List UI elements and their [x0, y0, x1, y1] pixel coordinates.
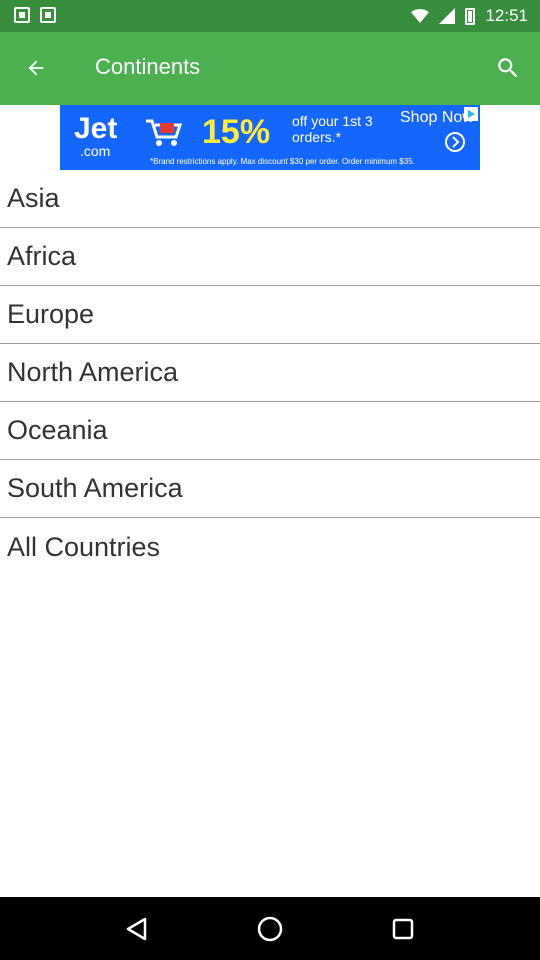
list-item-label: South America — [7, 473, 183, 503]
ad-shop-now[interactable]: Shop Now — [400, 109, 474, 127]
nav-recents-button[interactable] — [379, 905, 427, 953]
continent-list: Asia Africa Europe North America Oceania… — [0, 170, 540, 576]
shopping-cart-icon — [146, 119, 183, 146]
ad-logo: Jet — [74, 112, 118, 145]
list-item-north-america[interactable]: North America — [0, 344, 540, 402]
back-button[interactable] — [14, 46, 58, 90]
signal-icon — [439, 8, 456, 24]
page-title: Continents — [95, 54, 201, 79]
battery-icon — [465, 7, 476, 25]
list-item-label: All Countries — [7, 531, 161, 562]
wifi-icon — [411, 9, 430, 23]
ad-logo-domain: .com — [80, 143, 111, 159]
home-circle-icon — [257, 916, 283, 941]
nav-home-button[interactable] — [246, 905, 294, 953]
search-button[interactable] — [486, 46, 530, 90]
list-item-europe[interactable]: Europe — [0, 286, 540, 344]
ad-choices-icon[interactable] — [464, 107, 478, 121]
ad-discount: 15% — [202, 113, 271, 151]
recents-square-icon — [393, 918, 414, 939]
ad-banner[interactable]: Jet .com 15% off your 1st 3 orders.* Sho… — [60, 105, 480, 170]
list-item-oceania[interactable]: Oceania — [0, 402, 540, 460]
list-item-label: Africa — [7, 241, 77, 271]
ad-offer-text: off your 1st 3 orders.* — [292, 113, 373, 145]
list-item-label: Oceania — [7, 415, 108, 445]
list-item-label: Asia — [7, 183, 60, 213]
list-item-asia[interactable]: Asia — [0, 170, 540, 228]
status-bar: 12:51 — [0, 0, 540, 32]
nav-back-button[interactable] — [113, 905, 161, 953]
ad-fine-print: *Brand restrictions apply. Max discount … — [150, 157, 415, 166]
list-item-africa[interactable]: Africa — [0, 228, 540, 286]
navigation-bar — [0, 897, 540, 960]
back-triangle-icon — [126, 917, 146, 940]
notification-icon — [40, 7, 56, 23]
chevron-right-icon — [445, 132, 465, 152]
list-item-south-america[interactable]: South America — [0, 460, 540, 518]
clock: 12:51 — [485, 6, 528, 25]
arrow-left-icon — [28, 60, 44, 76]
list-item-label: North America — [7, 357, 179, 387]
search-icon — [498, 58, 518, 78]
list-item-all-countries[interactable]: All Countries — [0, 518, 540, 576]
notification-icon — [14, 7, 30, 23]
app-bar: Continents — [0, 32, 540, 105]
list-item-label: Europe — [7, 299, 95, 329]
